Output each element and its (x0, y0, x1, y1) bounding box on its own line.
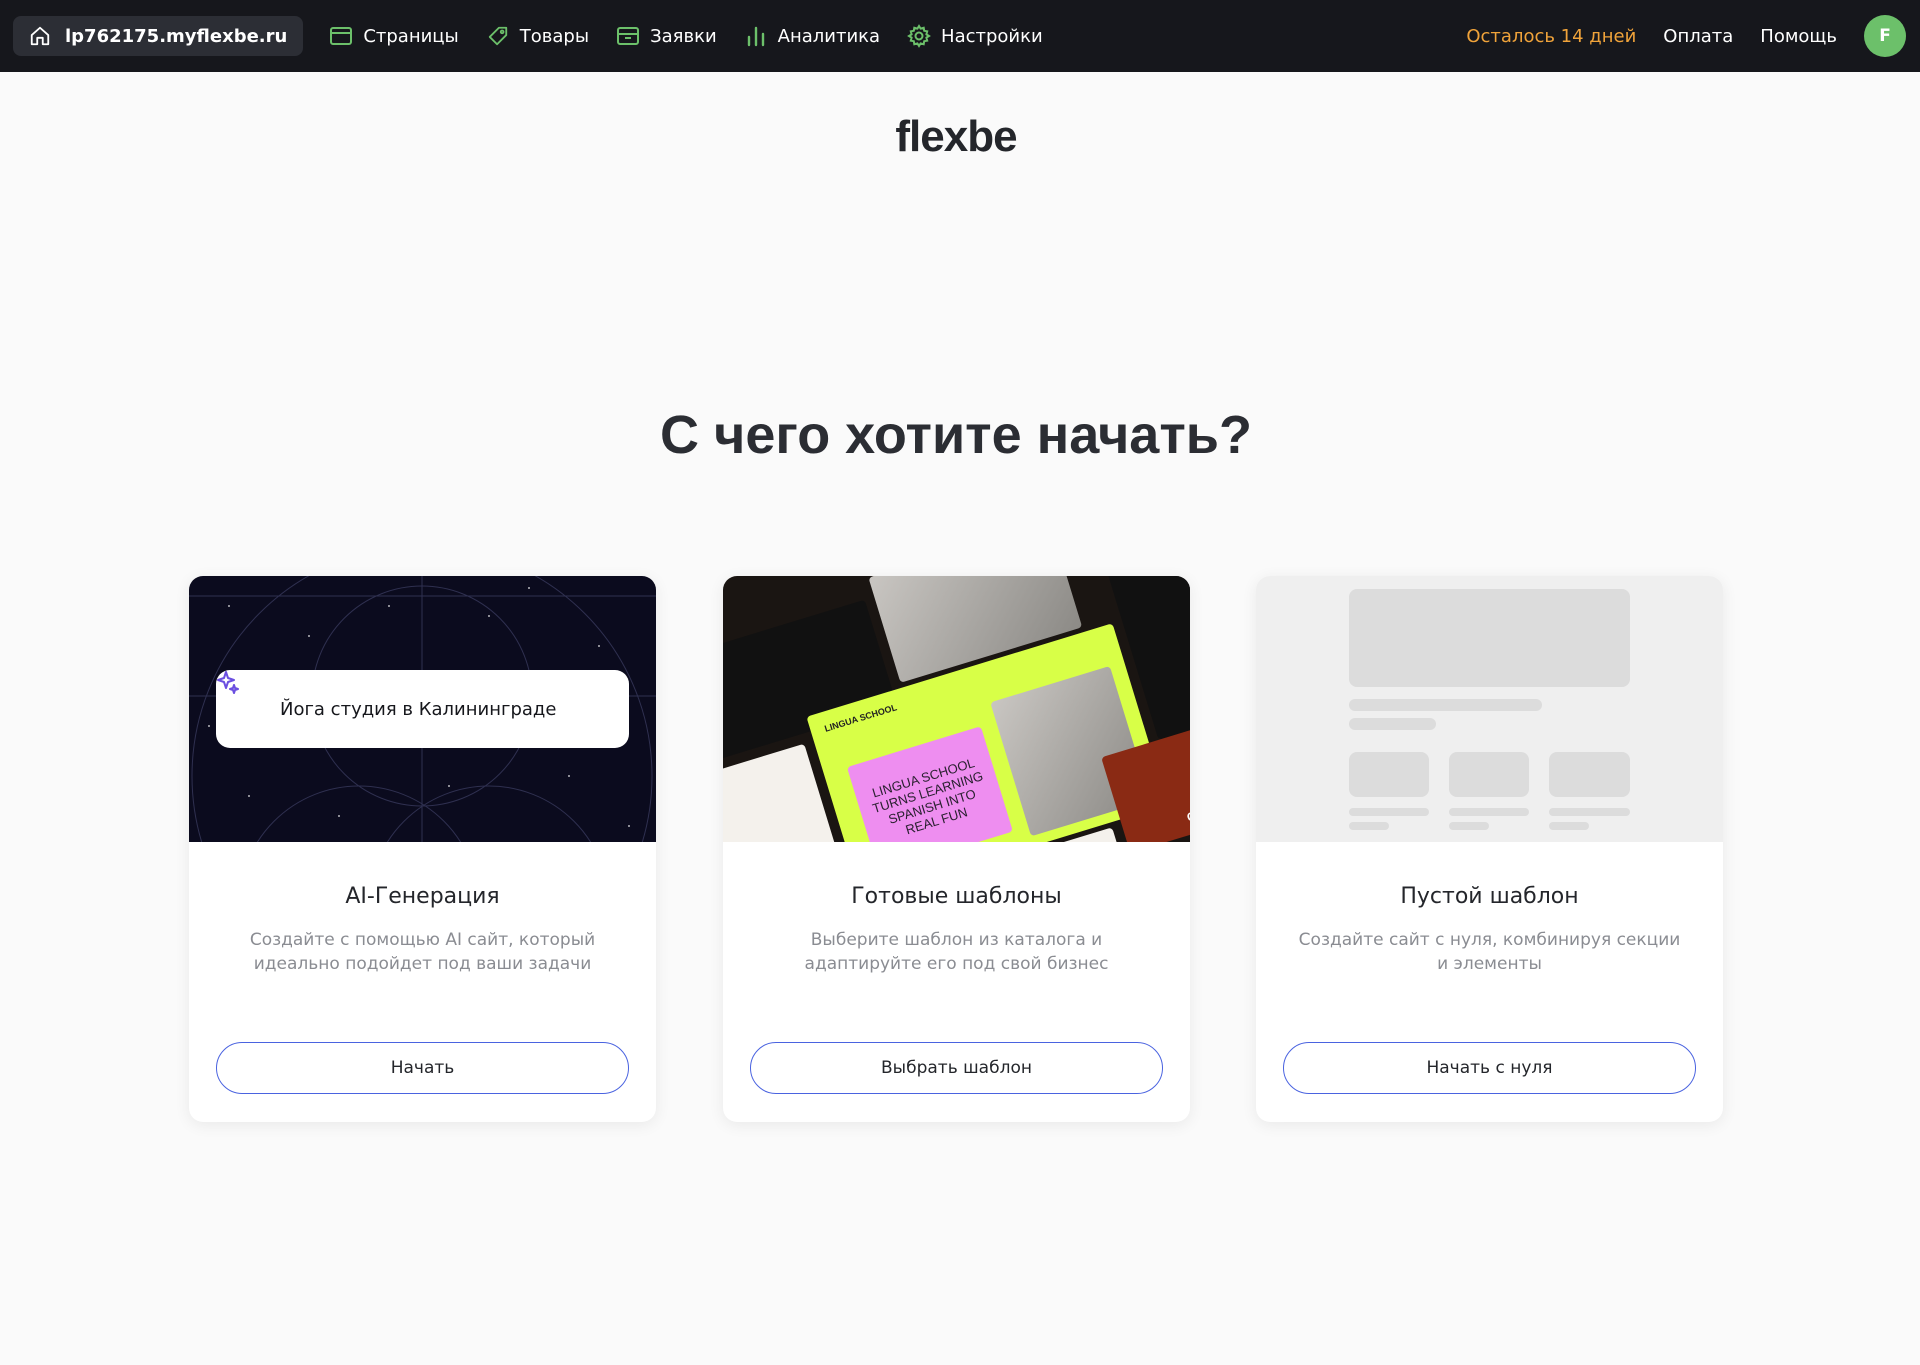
sparkle-icon (217, 671, 266, 721)
avatar[interactable]: F (1864, 15, 1906, 57)
site-domain-button[interactable]: lp762175.myflexbe.ru (13, 16, 304, 56)
placeholder-line (1349, 808, 1429, 816)
placeholder-line (1549, 822, 1589, 830)
placeholder-block (1549, 752, 1630, 797)
nav-analytics[interactable]: Аналитика (744, 24, 880, 48)
chart-icon (744, 24, 768, 48)
top-bar: lp762175.myflexbe.ru Страницы Товары Зая… (0, 0, 1920, 72)
choose-template-button[interactable]: Выбрать шаблон (750, 1042, 1163, 1094)
home-icon (29, 25, 51, 47)
tag-icon (486, 24, 510, 48)
nav-analytics-label: Аналитика (777, 25, 881, 47)
placeholder-line (1449, 822, 1489, 830)
nav-products-label: Товары (519, 25, 590, 47)
nav-products[interactable]: Товары (486, 24, 589, 48)
ai-preview: Йога студия в Калининграде (189, 576, 656, 842)
inbox-icon (616, 24, 640, 48)
card-title: AI-Генерация (345, 884, 500, 909)
pages-icon (329, 24, 353, 48)
topbar-right: Осталось 14 дней Оплата Помощь F (1466, 15, 1907, 57)
nav-settings[interactable]: Настройки (907, 24, 1043, 48)
nav-settings-label: Настройки (941, 25, 1043, 47)
start-from-scratch-button[interactable]: Начать с нуля (1283, 1042, 1696, 1094)
page-title: С чего хотите начать? (660, 405, 1252, 465)
card-description: Создайте с помощью AI сайт, который идеа… (249, 930, 596, 974)
placeholder-line (1549, 808, 1630, 816)
ai-prompt-text: Йога студия в Калининграде (280, 698, 557, 720)
flexbe-logo: flexbe (895, 112, 1017, 161)
placeholder-line (1449, 808, 1529, 816)
lingua-slogan: LINGUA SCHOOL TURNS LEARNING SPANISH INT… (846, 726, 1013, 842)
card-title: Готовые шаблоны (851, 884, 1062, 909)
card-empty-template: Пустой шаблон Создайте сайт с нуля, комб… (1256, 576, 1723, 1122)
placeholder-block (1349, 589, 1630, 687)
card-title: Пустой шаблон (1400, 884, 1579, 909)
start-ai-button[interactable]: Начать (216, 1042, 629, 1094)
card-description: Выберите шаблон из каталога и адаптируйт… (804, 930, 1109, 974)
template-collage: LINGUA SCHOOL LINGUA SCHOOL TURNS LEARNI… (723, 576, 1190, 842)
gear-icon (907, 24, 931, 48)
placeholder-block (1449, 752, 1529, 797)
placeholder-block (1349, 752, 1429, 797)
ai-prompt-example: Йога студия в Калининграде (216, 670, 629, 748)
main-nav: Страницы Товары Заявки Аналитика Настрой… (329, 24, 1069, 48)
help-link[interactable]: Помощь (1760, 26, 1837, 47)
nav-orders-label: Заявки (650, 25, 717, 47)
templates-preview: LINGUA SCHOOL LINGUA SCHOOL TURNS LEARNI… (723, 576, 1190, 842)
nav-orders[interactable]: Заявки (616, 24, 717, 48)
nav-pages[interactable]: Страницы (329, 24, 459, 48)
site-domain-label: lp762175.myflexbe.ru (65, 25, 288, 47)
lingua-school-name: LINGUA SCHOOL (823, 702, 899, 734)
empty-template-preview (1256, 576, 1723, 842)
card-ai-generation: Йога студия в Калининграде AI-Генерация … (189, 576, 656, 1122)
placeholder-line (1349, 699, 1542, 711)
card-ready-templates: LINGUA SCHOOL LINGUA SCHOOL TURNS LEARNI… (723, 576, 1190, 1122)
placeholder-line (1349, 822, 1389, 830)
card-description: Создайте сайт с нуля, комбинируя секции … (1298, 930, 1681, 974)
placeholder-line (1349, 718, 1436, 730)
nav-pages-label: Страницы (363, 25, 459, 47)
payment-link[interactable]: Оплата (1663, 26, 1733, 47)
trial-notice[interactable]: Осталось 14 дней (1466, 26, 1636, 47)
